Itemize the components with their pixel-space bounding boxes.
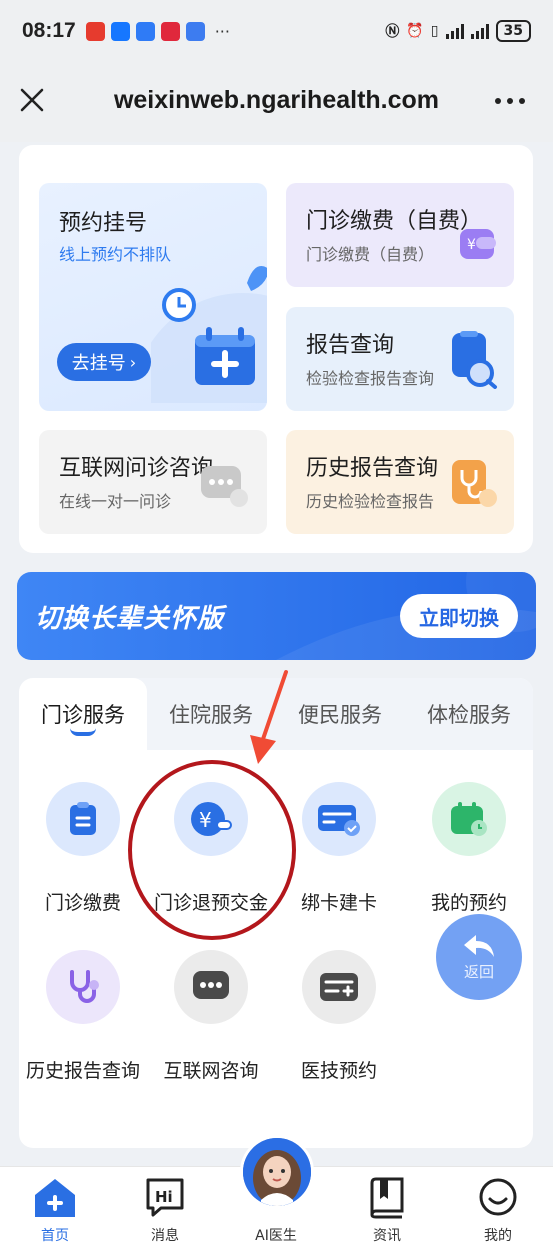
chat-icon bbox=[174, 950, 248, 1024]
message-icon: Hi bbox=[146, 1178, 184, 1217]
svg-text:¥: ¥ bbox=[467, 237, 476, 253]
app-notification-icon bbox=[185, 21, 205, 41]
report-query-title: 报告查询 bbox=[306, 333, 395, 358]
history-stethoscope-icon bbox=[452, 460, 497, 507]
battery-indicator: 35 bbox=[495, 20, 531, 42]
registration-title: 预约挂号 bbox=[59, 211, 148, 236]
go-register-button[interactable]: 去挂号 › bbox=[57, 343, 151, 381]
signal-icon bbox=[470, 23, 489, 39]
nav-news[interactable]: 资讯 bbox=[332, 1167, 442, 1250]
outpatient-pay-subtitle: 门诊缴费（自费） bbox=[306, 245, 435, 264]
svg-text:Hi: Hi bbox=[155, 1188, 173, 1206]
quick-entry-card: 预约挂号 线上预约不排队 去挂号 › 门诊缴费（自费） 门诊缴费（自费） ¥ 报… bbox=[19, 145, 533, 553]
chat-bubble-icon bbox=[201, 466, 248, 507]
nav-ai-doctor-label: AI医生 bbox=[255, 1228, 297, 1244]
history-report-tile[interactable]: 历史报告查询 历史检验检查报告 bbox=[286, 430, 514, 534]
clipboard-icon bbox=[46, 782, 120, 856]
vibrate-icon: ▯ bbox=[430, 23, 439, 39]
service-label: 门诊缴费 bbox=[44, 892, 121, 914]
nfc-icon: Ⓝ bbox=[385, 24, 400, 40]
history-report-subtitle: 历史检验检查报告 bbox=[306, 492, 435, 511]
tab-convenience[interactable]: 便民服务 bbox=[275, 678, 405, 750]
service-medtech-appointment[interactable]: 医技预约 bbox=[275, 950, 403, 1083]
registration-illustration bbox=[151, 266, 267, 403]
back-label: 返回 bbox=[463, 962, 494, 981]
smile-icon bbox=[479, 1178, 517, 1216]
service-internet-consult[interactable]: 互联网咨询 bbox=[147, 950, 275, 1083]
tab-inpatient[interactable]: 住院服务 bbox=[147, 678, 275, 750]
app-notification-icon bbox=[160, 21, 180, 41]
tab-checkup[interactable]: 体检服务 bbox=[405, 678, 533, 750]
go-register-label: 去挂号 bbox=[71, 353, 126, 374]
report-search-icon bbox=[452, 331, 497, 389]
app-notification-icon bbox=[110, 21, 130, 41]
page-url: weixinweb.ngarihealth.com bbox=[113, 86, 440, 114]
calendar-icon bbox=[432, 782, 506, 856]
book-icon bbox=[370, 1177, 404, 1219]
ai-doctor-portrait bbox=[243, 1138, 311, 1206]
online-consult-title: 互联网问诊咨询 bbox=[59, 456, 214, 481]
ai-doctor-avatar[interactable] bbox=[240, 1135, 314, 1209]
outpatient-pay-tile[interactable]: 门诊缴费（自费） 门诊缴费（自费） ¥ bbox=[286, 183, 514, 287]
tab-outpatient[interactable]: 门诊服务 bbox=[19, 678, 147, 750]
report-query-tile[interactable]: 报告查询 检验检查报告查询 bbox=[286, 307, 514, 411]
elder-mode-text: 切换长辈关怀版 bbox=[35, 604, 225, 634]
svg-text:¥: ¥ bbox=[199, 808, 212, 832]
wallet-icon: ¥ bbox=[460, 229, 496, 259]
notification-icons: ··· bbox=[85, 21, 230, 41]
online-consult-tile[interactable]: 互联网问诊咨询 在线一对一问诊 bbox=[39, 430, 267, 534]
browser-header: weixinweb.ngarihealth.com bbox=[0, 62, 553, 142]
floating-back-button[interactable]: 返回 bbox=[436, 914, 522, 1000]
outpatient-pay-title: 门诊缴费（自费） bbox=[306, 209, 483, 234]
service-refund-deposit[interactable]: ¥ 门诊退预交金 bbox=[147, 782, 275, 915]
service-bind-card[interactable]: 绑卡建卡 bbox=[275, 782, 403, 915]
service-label: 医技预约 bbox=[300, 1060, 377, 1082]
nav-messages-label: 消息 bbox=[151, 1228, 179, 1244]
service-tabs: 门诊服务 住院服务 便民服务 体检服务 bbox=[19, 678, 533, 750]
stethoscope-icon bbox=[46, 950, 120, 1024]
service-history-report[interactable]: 历史报告查询 bbox=[19, 950, 147, 1083]
alarm-icon: ⏰ bbox=[406, 23, 424, 39]
elder-mode-banner[interactable]: 切换长辈关怀版 立即切换 bbox=[17, 572, 536, 660]
card-icon bbox=[302, 782, 376, 856]
status-time: 08:17 bbox=[22, 19, 76, 42]
service-label: 门诊退预交金 bbox=[153, 892, 268, 914]
more-menu-icon[interactable] bbox=[495, 98, 525, 104]
signal-icon bbox=[445, 23, 464, 39]
app-notification-icon bbox=[85, 21, 105, 41]
report-query-subtitle: 检验检查报告查询 bbox=[306, 369, 435, 388]
nav-mine[interactable]: 我的 bbox=[443, 1167, 553, 1250]
history-report-title: 历史报告查询 bbox=[306, 456, 439, 481]
service-my-appointments[interactable]: 我的预约 bbox=[405, 782, 533, 915]
online-consult-subtitle: 在线一对一问诊 bbox=[59, 492, 172, 511]
home-icon bbox=[35, 1179, 75, 1217]
medtech-card-icon bbox=[302, 950, 376, 1024]
nav-home[interactable]: 首页 bbox=[0, 1167, 110, 1250]
back-arrow-icon bbox=[464, 934, 494, 957]
nav-mine-label: 我的 bbox=[484, 1228, 512, 1244]
nav-messages[interactable]: Hi 消息 bbox=[110, 1167, 220, 1250]
service-label: 绑卡建卡 bbox=[300, 892, 377, 914]
status-bar: 08:17 ··· Ⓝ ⏰ ▯ 35 bbox=[0, 0, 553, 62]
services-panel: 门诊服务 住院服务 便民服务 体检服务 门诊缴费 ¥ 门诊退预交金 绑卡建卡 我… bbox=[19, 678, 533, 1148]
chevron-right-icon: › bbox=[129, 352, 137, 372]
service-label: 我的预约 bbox=[430, 892, 507, 914]
registration-tile[interactable]: 预约挂号 线上预约不排队 去挂号 › bbox=[39, 183, 267, 411]
service-label: 历史报告查询 bbox=[25, 1060, 140, 1082]
more-notifications-icon: ··· bbox=[214, 21, 230, 41]
nav-home-label: 首页 bbox=[41, 1228, 69, 1244]
switch-now-button[interactable]: 立即切换 bbox=[400, 594, 518, 638]
service-label: 互联网咨询 bbox=[163, 1060, 259, 1082]
yuan-refund-icon: ¥ bbox=[174, 782, 248, 856]
nav-news-label: 资讯 bbox=[373, 1228, 401, 1244]
system-indicators: Ⓝ ⏰ ▯ 35 bbox=[385, 20, 531, 42]
app-notification-icon bbox=[135, 21, 155, 41]
service-outpatient-pay[interactable]: 门诊缴费 bbox=[19, 782, 147, 915]
